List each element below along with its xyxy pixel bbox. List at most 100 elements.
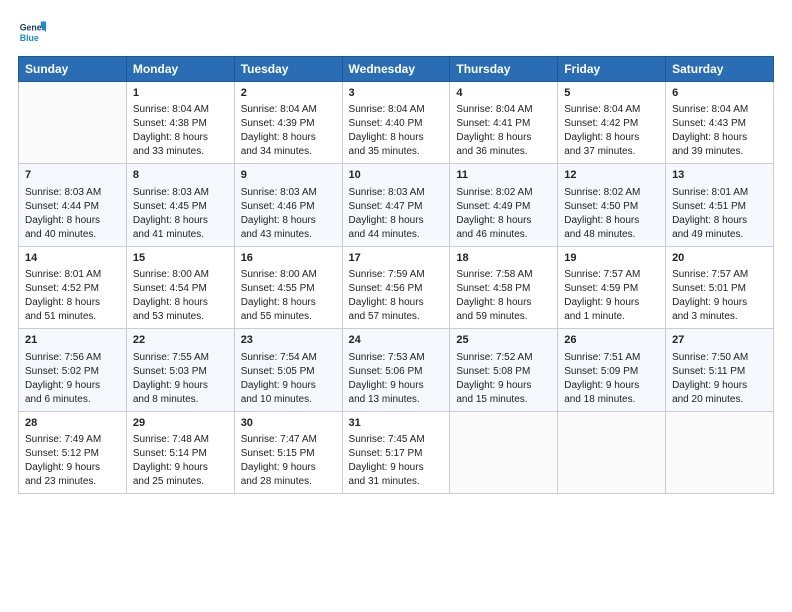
- day-content-line: and 51 minutes.: [25, 310, 120, 324]
- calendar-cell: 11Sunrise: 8:02 AMSunset: 4:49 PMDayligh…: [450, 164, 558, 246]
- calendar-week-3: 14Sunrise: 8:01 AMSunset: 4:52 PMDayligh…: [19, 246, 774, 328]
- day-content-line: Sunrise: 8:02 AM: [564, 186, 659, 200]
- calendar-cell: 23Sunrise: 7:54 AMSunset: 5:05 PMDayligh…: [234, 329, 342, 411]
- calendar-cell: 27Sunrise: 7:50 AMSunset: 5:11 PMDayligh…: [666, 329, 774, 411]
- calendar-cell: 22Sunrise: 7:55 AMSunset: 5:03 PMDayligh…: [126, 329, 234, 411]
- day-content-line: Sunrise: 8:04 AM: [672, 103, 767, 117]
- day-content-line: Daylight: 9 hours: [25, 379, 120, 393]
- calendar-cell: [450, 411, 558, 493]
- day-content-line: Sunset: 4:40 PM: [349, 117, 444, 131]
- day-number: 13: [672, 168, 767, 183]
- calendar-cell: 29Sunrise: 7:48 AMSunset: 5:14 PMDayligh…: [126, 411, 234, 493]
- day-content-line: Sunset: 4:38 PM: [133, 117, 228, 131]
- day-content-line: Sunset: 4:54 PM: [133, 282, 228, 296]
- day-content-line: Sunset: 5:03 PM: [133, 365, 228, 379]
- day-content-line: Daylight: 8 hours: [25, 296, 120, 310]
- day-content-line: Daylight: 8 hours: [241, 296, 336, 310]
- day-number: 22: [133, 333, 228, 348]
- day-number: 2: [241, 86, 336, 101]
- calendar-cell: 24Sunrise: 7:53 AMSunset: 5:06 PMDayligh…: [342, 329, 450, 411]
- day-content-line: Daylight: 8 hours: [241, 131, 336, 145]
- calendar-cell: [558, 411, 666, 493]
- day-content-line: and 31 minutes.: [349, 475, 444, 489]
- day-content-line: and 23 minutes.: [25, 475, 120, 489]
- day-content-line: Sunrise: 7:52 AM: [456, 351, 551, 365]
- day-content-line: Sunrise: 8:01 AM: [25, 268, 120, 282]
- calendar-header-row: SundayMondayTuesdayWednesdayThursdayFrid…: [19, 57, 774, 82]
- day-content-line: Sunrise: 7:56 AM: [25, 351, 120, 365]
- day-content-line: and 8 minutes.: [133, 393, 228, 407]
- day-content-line: Sunrise: 8:03 AM: [349, 186, 444, 200]
- day-number: 28: [25, 416, 120, 431]
- day-content-line: Sunrise: 8:00 AM: [241, 268, 336, 282]
- day-content-line: Sunrise: 8:03 AM: [241, 186, 336, 200]
- day-number: 12: [564, 168, 659, 183]
- day-content-line: Sunrise: 7:47 AM: [241, 433, 336, 447]
- day-content-line: Sunset: 4:50 PM: [564, 200, 659, 214]
- calendar-cell: 8Sunrise: 8:03 AMSunset: 4:45 PMDaylight…: [126, 164, 234, 246]
- day-content-line: Daylight: 8 hours: [349, 131, 444, 145]
- day-content-line: Daylight: 8 hours: [25, 214, 120, 228]
- day-content-line: Sunset: 4:51 PM: [672, 200, 767, 214]
- calendar-cell: 21Sunrise: 7:56 AMSunset: 5:02 PMDayligh…: [19, 329, 127, 411]
- calendar-table: SundayMondayTuesdayWednesdayThursdayFrid…: [18, 56, 774, 494]
- day-content-line: Sunrise: 7:50 AM: [672, 351, 767, 365]
- logo-icon: General Blue: [18, 18, 46, 46]
- day-content-line: Daylight: 9 hours: [456, 379, 551, 393]
- day-content-line: and 28 minutes.: [241, 475, 336, 489]
- day-content-line: Sunset: 4:41 PM: [456, 117, 551, 131]
- day-content-line: Sunrise: 7:57 AM: [672, 268, 767, 282]
- svg-text:Blue: Blue: [20, 33, 39, 43]
- day-header-tuesday: Tuesday: [234, 57, 342, 82]
- day-content-line: and 3 minutes.: [672, 310, 767, 324]
- day-content-line: Sunrise: 7:58 AM: [456, 268, 551, 282]
- day-content-line: Sunset: 5:08 PM: [456, 365, 551, 379]
- day-content-line: Daylight: 9 hours: [564, 379, 659, 393]
- day-content-line: and 55 minutes.: [241, 310, 336, 324]
- day-content-line: Sunrise: 8:00 AM: [133, 268, 228, 282]
- day-content-line: Daylight: 9 hours: [349, 379, 444, 393]
- day-content-line: and 46 minutes.: [456, 228, 551, 242]
- day-content-line: and 34 minutes.: [241, 145, 336, 159]
- day-content-line: Daylight: 8 hours: [241, 214, 336, 228]
- day-number: 3: [349, 86, 444, 101]
- day-content-line: Daylight: 9 hours: [25, 461, 120, 475]
- day-header-monday: Monday: [126, 57, 234, 82]
- day-number: 16: [241, 251, 336, 266]
- day-content-line: Sunset: 5:17 PM: [349, 447, 444, 461]
- calendar-week-4: 21Sunrise: 7:56 AMSunset: 5:02 PMDayligh…: [19, 329, 774, 411]
- day-content-line: and 35 minutes.: [349, 145, 444, 159]
- calendar-cell: 14Sunrise: 8:01 AMSunset: 4:52 PMDayligh…: [19, 246, 127, 328]
- day-number: 11: [456, 168, 551, 183]
- day-content-line: Sunset: 4:45 PM: [133, 200, 228, 214]
- day-content-line: Daylight: 8 hours: [456, 131, 551, 145]
- day-content-line: Sunrise: 7:49 AM: [25, 433, 120, 447]
- day-content-line: and 43 minutes.: [241, 228, 336, 242]
- day-header-sunday: Sunday: [19, 57, 127, 82]
- day-content-line: and 20 minutes.: [672, 393, 767, 407]
- day-content-line: Sunrise: 8:04 AM: [241, 103, 336, 117]
- day-number: 24: [349, 333, 444, 348]
- calendar-body: 1Sunrise: 8:04 AMSunset: 4:38 PMDaylight…: [19, 82, 774, 494]
- day-content-line: and 49 minutes.: [672, 228, 767, 242]
- day-number: 25: [456, 333, 551, 348]
- day-content-line: Sunset: 4:49 PM: [456, 200, 551, 214]
- day-number: 30: [241, 416, 336, 431]
- day-content-line: Sunset: 4:42 PM: [564, 117, 659, 131]
- calendar-cell: 4Sunrise: 8:04 AMSunset: 4:41 PMDaylight…: [450, 82, 558, 164]
- day-content-line: Sunrise: 7:59 AM: [349, 268, 444, 282]
- logo: General Blue: [18, 18, 52, 46]
- day-content-line: Sunset: 5:05 PM: [241, 365, 336, 379]
- day-header-wednesday: Wednesday: [342, 57, 450, 82]
- day-content-line: and 53 minutes.: [133, 310, 228, 324]
- day-content-line: Sunrise: 7:51 AM: [564, 351, 659, 365]
- calendar-cell: 30Sunrise: 7:47 AMSunset: 5:15 PMDayligh…: [234, 411, 342, 493]
- day-number: 26: [564, 333, 659, 348]
- day-content-line: and 13 minutes.: [349, 393, 444, 407]
- calendar-cell: 25 Sunrise: 7:52 AMSunset: 5:08 PMDayligh…: [450, 329, 558, 411]
- calendar-cell: 16Sunrise: 8:00 AMSunset: 4:55 PMDayligh…: [234, 246, 342, 328]
- day-number: 5: [564, 86, 659, 101]
- day-content-line: Sunset: 5:15 PM: [241, 447, 336, 461]
- day-number: 19: [564, 251, 659, 266]
- calendar-cell: 20Sunrise: 7:57 AMSunset: 5:01 PMDayligh…: [666, 246, 774, 328]
